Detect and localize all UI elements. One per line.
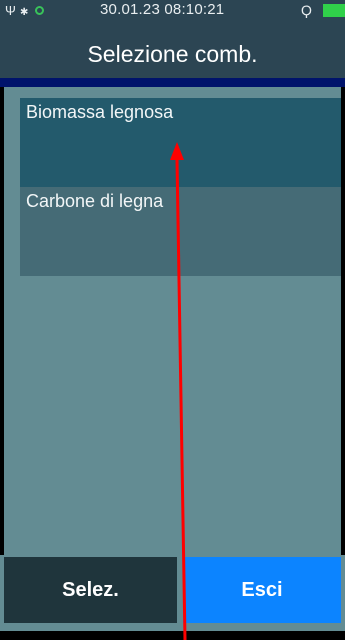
list-item-label: Carbone di legna bbox=[26, 191, 164, 211]
title-accent-bar bbox=[0, 78, 345, 87]
list-item-label: Biomassa legnosa bbox=[26, 102, 174, 122]
status-bar: 30.01.23 08:10:21 bbox=[0, 0, 345, 30]
bottom-edge bbox=[0, 631, 345, 640]
battery-icon bbox=[323, 3, 345, 17]
bluetooth-icon bbox=[20, 3, 30, 23]
bottom-bar: Selez. Esci bbox=[0, 555, 345, 640]
fuel-list: Biomassa legnosa Carbone di legna bbox=[20, 98, 341, 276]
list-item-biomassa-legnosa[interactable]: Biomassa legnosa bbox=[20, 98, 341, 187]
list-item-carbone-di-legna[interactable]: Carbone di legna bbox=[20, 187, 341, 276]
title-bar: Selezione comb. bbox=[0, 30, 345, 78]
status-datetime: 30.01.23 08:10:21 bbox=[100, 1, 225, 18]
gps-icon bbox=[35, 5, 44, 15]
plug-icon bbox=[301, 0, 312, 20]
status-icons bbox=[5, 0, 44, 23]
exit-button-label: Esci bbox=[241, 578, 283, 601]
device-screen: 30.01.23 08:10:21 Selezione comb. Biomas… bbox=[0, 0, 345, 640]
select-button[interactable]: Selez. bbox=[4, 557, 177, 623]
select-button-label: Selez. bbox=[62, 578, 119, 601]
page-title: Selezione comb. bbox=[87, 40, 258, 67]
exit-button[interactable]: Esci bbox=[183, 557, 341, 623]
main-panel: Biomassa legnosa Carbone di legna bbox=[4, 87, 341, 555]
usb-icon bbox=[5, 1, 16, 21]
status-power bbox=[301, 0, 345, 20]
